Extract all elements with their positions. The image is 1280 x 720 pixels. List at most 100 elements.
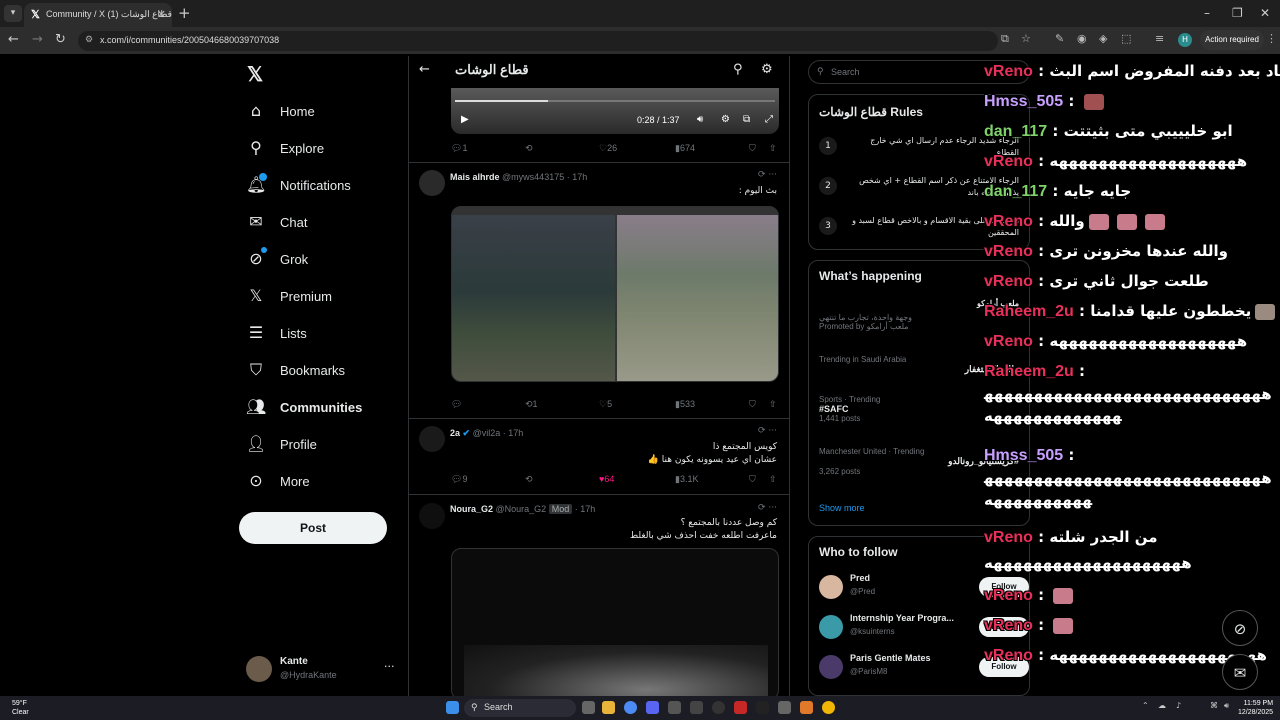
nav-premium[interactable]: 𝕏 Premium [246,281,406,311]
avatar[interactable] [819,575,843,599]
post-author[interactable]: Noura_G2 @Noura_G2 Mod · 17h [450,504,595,514]
post-author[interactable]: Mais alhrde @myws443175 · 17h [450,172,587,182]
puzzle-icon[interactable]: ⬚ [1121,32,1131,45]
shield-icon[interactable]: ◈ [1099,32,1107,45]
avatar[interactable] [419,426,445,452]
bookmark-icon[interactable]: ⛉ [749,399,756,410]
windows-start-icon[interactable] [446,701,459,714]
nav-home[interactable]: ⌂ Home [246,96,406,126]
forward-icon[interactable]: → [32,32,43,47]
avatar[interactable] [419,170,445,196]
profile-avatar[interactable]: H [1178,33,1192,47]
close-tab-icon[interactable]: ✕ [157,8,166,21]
media-image[interactable] [617,215,778,381]
tray-icon[interactable]: ☁ [1158,701,1166,710]
views-button[interactable]: ▮ 3.1K [675,474,698,485]
discord-icon[interactable] [646,701,659,714]
nav-more[interactable]: ⊙ More [246,466,406,496]
app-icon[interactable] [668,701,681,714]
reading-list-icon[interactable]: ≡ [1155,32,1164,45]
avatar[interactable] [819,615,843,639]
minimize-button[interactable]: – [1204,6,1210,20]
chrome-icon[interactable] [624,701,637,714]
messages-float-button[interactable]: ✉ [1222,654,1258,690]
avatar[interactable] [819,655,843,679]
nav-communities[interactable]: 👥︎ Communities [246,392,406,422]
post-author[interactable]: 2a ✔ @vil2a · 17h [450,428,523,439]
app-icon[interactable] [734,701,747,714]
share-icon[interactable]: ⇧ [769,143,777,154]
search-icon[interactable]: ⚲ [733,62,743,77]
more-dots-icon[interactable]: ⟳ ··· [758,170,777,180]
volume-icon[interactable]: 🔊︎ [697,114,703,125]
extension-icon[interactable]: ✎ [1055,32,1064,45]
fullscreen-icon[interactable]: ⤢ [765,114,773,125]
network-icon[interactable]: ⌘ [1210,701,1218,710]
nav-explore[interactable]: ⚲ Explore [246,133,406,163]
account-switcher[interactable]: Kante @HydraKante ··· [246,656,406,686]
browser-tab[interactable]: 𝕏 Community / X قطاع الوشات (1) ✕ [24,3,172,27]
reload-icon[interactable]: ↻ [55,32,66,47]
more-dots-icon[interactable]: ⟳ ··· [758,503,777,513]
x-logo-icon[interactable]: 𝕏 [247,62,263,87]
maximize-button[interactable]: ❐ [1232,6,1243,20]
nav-grok[interactable]: ⊘ Grok [246,244,406,274]
more-dots-icon[interactable]: ··· [384,660,395,673]
nav-chat[interactable]: ✉ Chat [246,207,406,237]
grok-float-button[interactable]: ⊘ [1222,610,1258,646]
nav-lists[interactable]: ☰ Lists [246,318,406,348]
new-tab-button[interactable]: + [178,4,191,22]
post-button[interactable]: Post [239,512,387,544]
show-more-link[interactable]: Show more [819,503,865,513]
share-icon[interactable]: ⇧ [769,399,777,410]
action-required-button[interactable]: Action required [1200,30,1264,50]
play-icon[interactable]: ▶ [461,114,469,125]
share-icon[interactable]: ⇧ [769,474,777,485]
volume-icon[interactable]: 🔊︎ [1224,701,1229,711]
taskbar-search[interactable]: ⚲ Search [464,699,576,717]
bookmark-star-icon[interactable]: ☆ [1021,32,1031,45]
repost-button[interactable]: ⟲ 1 [525,399,538,410]
task-view-icon[interactable] [582,701,595,714]
post-media[interactable] [451,206,779,382]
app-icon[interactable] [822,701,835,714]
tab-search-button[interactable]: ▾ [4,5,22,22]
menu-icon[interactable]: ⋮ [1266,32,1277,45]
more-dots-icon[interactable]: ⟳ ··· [758,426,777,436]
post-video[interactable] [451,548,779,696]
app-icon[interactable] [756,701,769,714]
nav-profile[interactable]: 👤︎ Profile [246,429,406,459]
app-icon[interactable] [800,701,813,714]
weather-widget[interactable]: 59°F Clear [12,699,29,717]
taskbar-clock[interactable]: 11:59 PM 12/28/2025 [1238,699,1273,717]
site-info-icon[interactable]: ⚙ [85,34,93,45]
nav-notifications[interactable]: 🔔︎ Notifications [246,170,406,200]
views-button[interactable]: ▮ 533 [675,399,695,410]
settings-icon[interactable]: ⚙ [721,114,730,125]
file-explorer-icon[interactable] [602,701,615,714]
video-progress[interactable] [455,100,775,102]
reply-button[interactable]: 💬︎ [451,399,462,410]
bookmark-icon[interactable]: ⛉ [749,143,756,154]
bookmark-icon[interactable]: ⛉ [749,474,756,485]
avatar[interactable] [419,503,445,529]
nav-bookmarks[interactable]: ⛉ Bookmarks [246,355,406,385]
gear-icon[interactable]: ⚙ [761,62,773,77]
like-button[interactable]: ♡ 5 [599,399,612,410]
close-window-button[interactable]: ✕ [1260,6,1270,20]
tray-chevron-icon[interactable]: ⌃ [1142,701,1149,710]
repost-button[interactable]: ⟲ [525,474,533,485]
reply-button[interactable]: 💬︎ 1 [451,143,467,154]
obs-icon[interactable] [712,701,725,714]
back-arrow-icon[interactable]: ← [419,62,430,77]
views-button[interactable]: ▮ 674 [675,143,695,154]
video-player[interactable]: ▶ 0:28 / 1:37 🔊︎ ⚙ ⧉ ⤢ [451,88,779,134]
install-icon[interactable]: ⧉ [1001,32,1009,46]
media-image[interactable] [452,215,615,381]
mic-icon[interactable]: ♪ [1176,701,1181,710]
like-button[interactable]: ♥ 64 [599,474,614,484]
like-button[interactable]: ♡ 26 [599,143,617,154]
url-field[interactable]: ⚙ x.com/i/communities/200504668003970703… [78,31,998,51]
repost-button[interactable]: ⟲ [525,143,533,154]
app-icon[interactable] [778,701,791,714]
